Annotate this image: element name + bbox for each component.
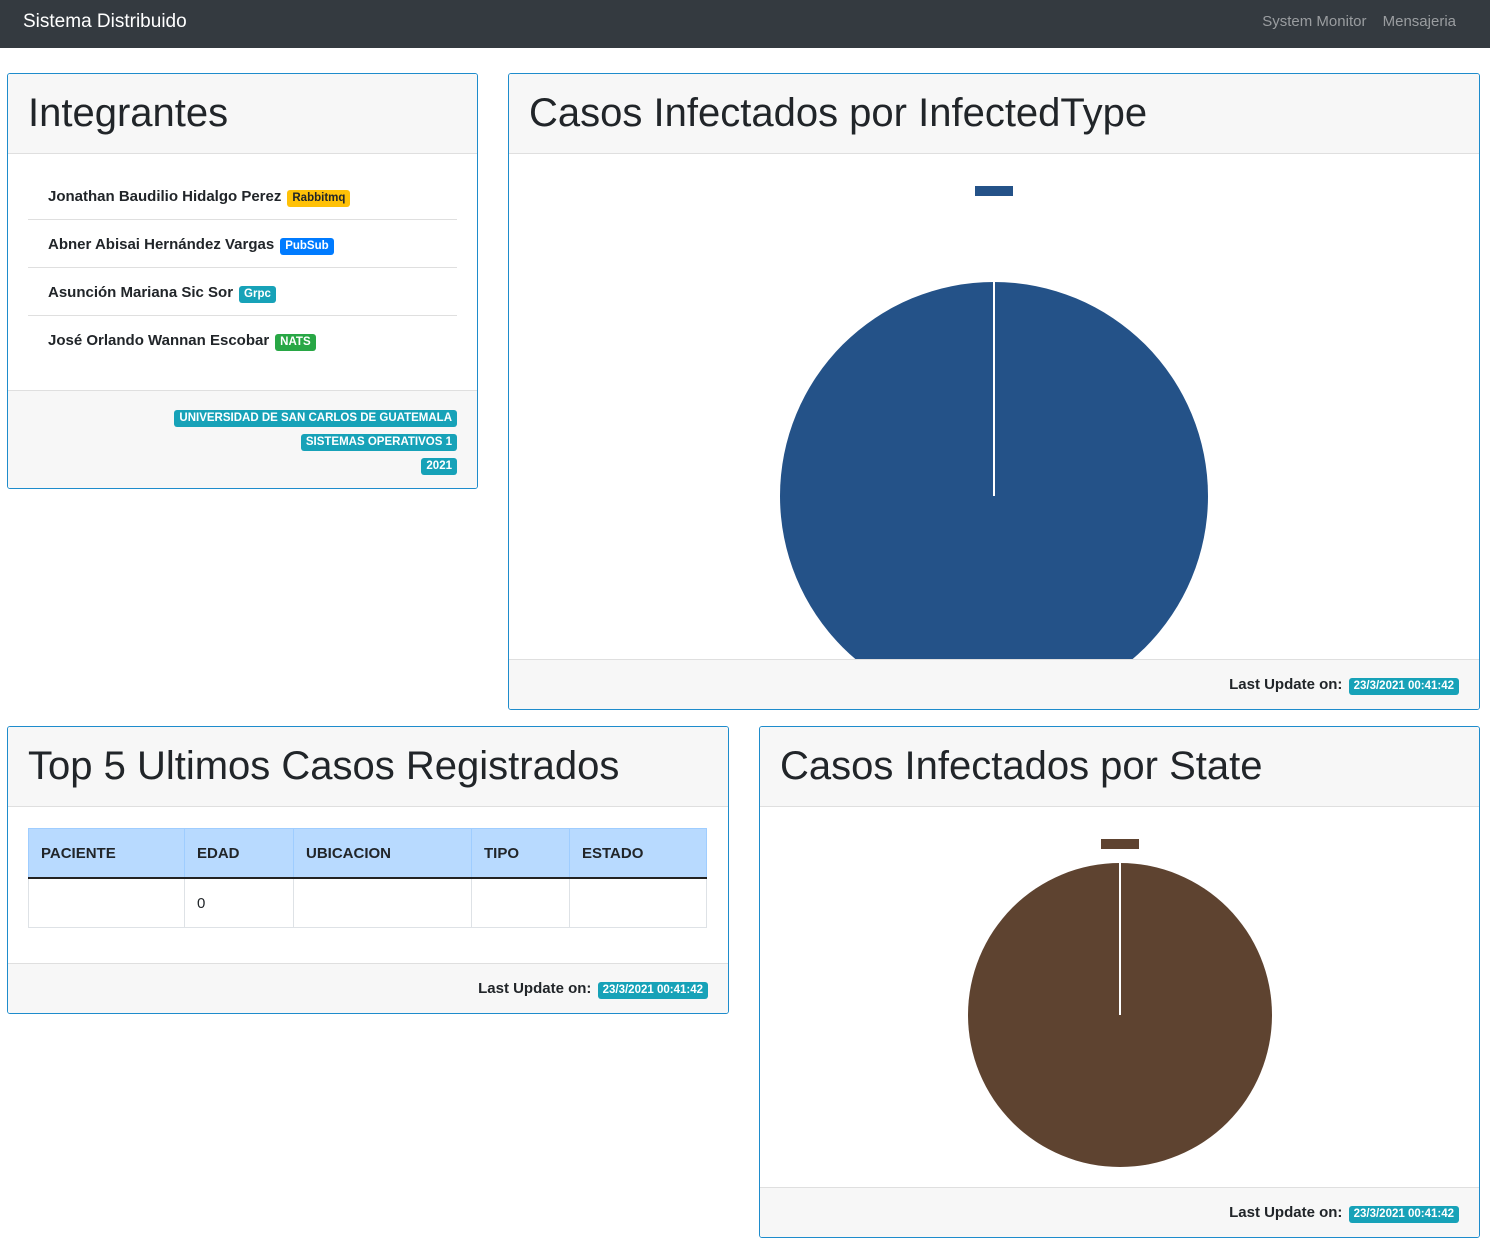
state-footer: Last Update on: 23/3/2021 00:41:42: [760, 1187, 1479, 1237]
column-header-edad: EDAD: [184, 828, 294, 879]
infected-type-card: Casos Infectados por InfectedType Last U…: [508, 73, 1480, 710]
state-title: Casos Infectados por State: [780, 744, 1263, 788]
state-card: Casos Infectados por State Last Update o…: [759, 726, 1480, 1238]
cases-table: PACIENTE EDAD UBICACION TIPO ESTADO 0: [28, 828, 707, 928]
member-name: Asunción Mariana Sic Sor: [48, 284, 234, 301]
member-item: Abner Abisai Hernández Vargas PubSub: [28, 220, 457, 268]
last-update-label: Last Update on:: [478, 980, 592, 997]
nav-links: System Monitor Mensajeria: [1250, 13, 1456, 30]
member-name: Abner Abisai Hernández Vargas: [48, 236, 275, 253]
tech-badge: PubSub: [280, 238, 334, 255]
column-header-ubicacion: UBICACION: [293, 828, 472, 879]
member-item: Jonathan Baudilio Hidalgo Perez Rabbitmq: [28, 172, 457, 220]
last-update-label: Last Update on:: [1229, 1204, 1343, 1221]
table-row: 0: [28, 877, 707, 928]
nav-link-system-monitor[interactable]: System Monitor: [1262, 13, 1366, 30]
last-update-badge: 23/3/2021 00:41:42: [1348, 1206, 1459, 1223]
year-badge: 2021: [421, 458, 457, 475]
state-header: Casos Infectados por State: [760, 727, 1479, 807]
integrantes-header: Integrantes: [8, 74, 477, 154]
infected-type-header: Casos Infectados por InfectedType: [509, 74, 1479, 154]
integrantes-title: Integrantes: [28, 91, 229, 135]
column-header-paciente: PACIENTE: [28, 828, 185, 879]
table-cell: [569, 877, 707, 928]
column-header-tipo: TIPO: [471, 828, 570, 879]
tech-badge: Rabbitmq: [287, 190, 351, 207]
legend-swatch[interactable]: [975, 186, 1013, 196]
legend-swatch[interactable]: [1101, 839, 1139, 849]
table-cell: [293, 877, 472, 928]
member-item: Asunción Mariana Sic Sor Grpc: [28, 268, 457, 316]
top5-footer: Last Update on: 23/3/2021 00:41:42: [8, 963, 728, 1013]
table-cell: [28, 877, 185, 928]
last-update-label: Last Update on:: [1229, 676, 1343, 693]
table-cell: 0: [184, 877, 294, 928]
navbar: Sistema Distribuido System Monitor Mensa…: [0, 0, 1490, 48]
tech-badge: Grpc: [239, 286, 276, 303]
top5-title: Top 5 Ultimos Casos Registrados: [28, 744, 620, 788]
member-name: Jonathan Baudilio Hidalgo Perez: [48, 188, 282, 205]
last-update-badge: 23/3/2021 00:41:42: [1348, 678, 1459, 695]
integrantes-card: Integrantes Jonathan Baudilio Hidalgo Pe…: [7, 73, 478, 489]
nav-link-mensajeria[interactable]: Mensajeria: [1383, 13, 1456, 30]
state-pie-chart: [968, 839, 1272, 1167]
top5-card: Top 5 Ultimos Casos Registrados PACIENTE…: [7, 726, 729, 1014]
infected-type-footer: Last Update on: 23/3/2021 00:41:42: [509, 659, 1479, 709]
top5-header: Top 5 Ultimos Casos Registrados: [8, 727, 728, 807]
course-badge: SISTEMAS OPERATIVOS 1: [300, 434, 457, 451]
infected-type-title: Casos Infectados por InfectedType: [529, 91, 1148, 135]
table-header-row: PACIENTE EDAD UBICACION TIPO ESTADO: [28, 828, 707, 879]
integrantes-footer: UNIVERSIDAD DE SAN CARLOS DE GUATEMALA S…: [8, 390, 477, 488]
members-list: Jonathan Baudilio Hidalgo Perez Rabbitmq …: [28, 172, 457, 364]
infected-type-pie-chart: [780, 186, 1208, 660]
table-cell: [471, 877, 570, 928]
member-name: José Orlando Wannan Escobar: [48, 332, 270, 349]
university-badge: UNIVERSIDAD DE SAN CARLOS DE GUATEMALA: [174, 410, 457, 427]
last-update-badge: 23/3/2021 00:41:42: [597, 982, 708, 999]
tech-badge: NATS: [275, 334, 316, 351]
brand-link[interactable]: Sistema Distribuido: [23, 11, 187, 33]
member-item: José Orlando Wannan Escobar NATS: [28, 316, 457, 364]
column-header-estado: ESTADO: [569, 828, 707, 879]
